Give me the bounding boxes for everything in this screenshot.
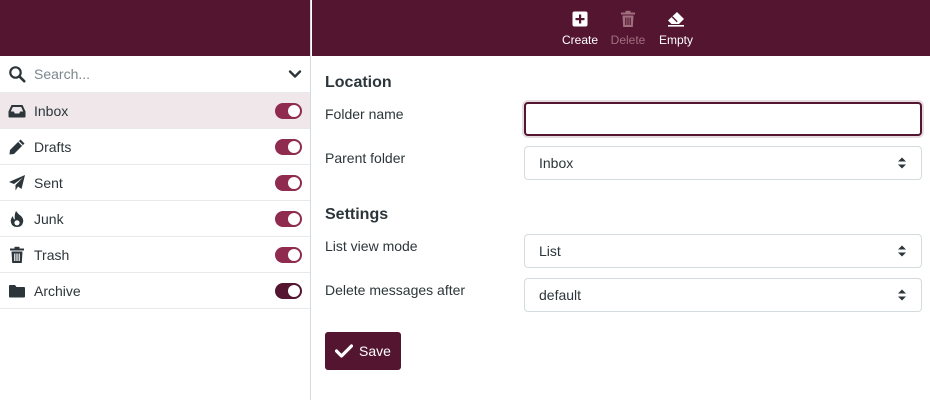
- save-button[interactable]: Save: [325, 332, 401, 370]
- delete-label: Delete: [610, 33, 646, 47]
- location-section-title: Location: [325, 74, 392, 91]
- empty-label: Empty: [659, 33, 694, 47]
- list-view-mode-label: List view mode: [325, 238, 418, 254]
- folder-name-row: Folder name: [325, 102, 922, 136]
- delete-button[interactable]: Delete: [610, 0, 646, 56]
- empty-button[interactable]: Empty: [658, 0, 694, 56]
- settings-section-title: Settings: [325, 206, 389, 223]
- trash-icon: [8, 246, 26, 264]
- parent-folder-select[interactable]: Inbox: [524, 146, 922, 180]
- select-arrows-icon: [897, 288, 907, 302]
- folder-list: Inbox Drafts Sent Junk Trash Archive: [0, 93, 310, 309]
- folder-label: Junk: [34, 210, 64, 227]
- select-arrows-icon: [897, 156, 907, 170]
- folder-item-archive[interactable]: Archive: [0, 273, 310, 309]
- subscription-toggle[interactable]: [275, 138, 302, 155]
- inbox-icon: [8, 102, 26, 120]
- folder-sidebar: Inbox Drafts Sent Junk: [0, 0, 311, 400]
- parent-folder-label: Parent folder: [325, 150, 406, 166]
- select-arrows-icon: [897, 244, 907, 258]
- folder-item-trash[interactable]: Trash: [0, 237, 310, 273]
- subscription-toggle[interactable]: [275, 210, 302, 227]
- folder-name-label: Folder name: [325, 106, 404, 122]
- folder-label: Drafts: [34, 138, 72, 155]
- create-button[interactable]: Create: [562, 0, 598, 56]
- folder-name-input[interactable]: [524, 102, 922, 136]
- folder-icon: [8, 282, 26, 300]
- fire-icon: [8, 210, 26, 228]
- checkmark-icon: [335, 344, 354, 358]
- delete-after-select[interactable]: default: [524, 278, 922, 312]
- eraser-icon: [667, 10, 685, 28]
- folder-label: Archive: [34, 282, 81, 299]
- folder-item-sent[interactable]: Sent: [0, 165, 310, 201]
- delete-after-row: Delete messages after default: [325, 278, 922, 312]
- paper-plane-icon: [8, 174, 26, 192]
- chevron-down-icon[interactable]: [288, 67, 302, 81]
- create-label: Create: [561, 33, 599, 47]
- plus-square-icon: [571, 10, 589, 28]
- toolbar: Create Delete Empty: [312, 0, 930, 56]
- folder-search: [0, 56, 310, 93]
- folder-form: Location Folder name Parent folder Inbox…: [312, 56, 930, 370]
- folder-label: Inbox: [34, 102, 69, 119]
- save-label: Save: [359, 343, 391, 359]
- folder-label: Sent: [34, 174, 63, 191]
- parent-folder-value: Inbox: [539, 155, 574, 171]
- list-view-mode-select[interactable]: List: [524, 234, 922, 268]
- folder-properties-panel: Create Delete Empty Location Folder name…: [312, 0, 930, 400]
- parent-folder-row: Parent folder Inbox: [325, 146, 922, 180]
- sidebar-header: [0, 0, 310, 56]
- subscription-toggle[interactable]: [275, 174, 302, 191]
- folder-item-inbox[interactable]: Inbox: [0, 93, 310, 129]
- subscription-toggle[interactable]: [275, 102, 302, 119]
- subscription-toggle[interactable]: [275, 282, 302, 299]
- list-view-mode-row: List view mode List: [325, 234, 922, 268]
- pencil-icon: [8, 138, 26, 156]
- trash-icon: [619, 10, 637, 28]
- delete-after-label: Delete messages after: [325, 282, 466, 298]
- folder-item-junk[interactable]: Junk: [0, 201, 310, 237]
- delete-after-value: default: [539, 287, 582, 303]
- search-input[interactable]: [34, 66, 288, 82]
- subscription-toggle[interactable]: [275, 246, 302, 263]
- list-view-mode-value: List: [539, 243, 561, 259]
- search-icon: [8, 65, 26, 83]
- folder-item-drafts[interactable]: Drafts: [0, 129, 310, 165]
- folder-label: Trash: [34, 246, 70, 263]
